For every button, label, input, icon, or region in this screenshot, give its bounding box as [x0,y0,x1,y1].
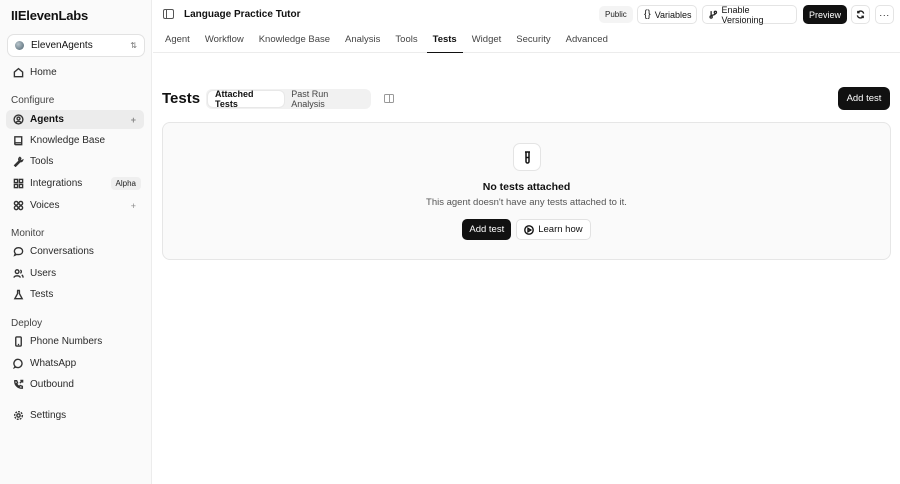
outbound-call-icon [12,379,24,391]
sidebar-item-label: Knowledge Base [30,135,106,146]
voices-icon [12,200,24,212]
sidebar-item-label: WhatsApp [30,358,77,369]
segment-attached-tests[interactable]: Attached Tests [208,89,285,109]
sidebar-item-whatsapp[interactable]: WhatsApp [6,354,144,373]
section-label-deploy: Deploy [11,318,43,329]
sidebar-toggle-icon[interactable] [163,9,174,19]
sidebar-item-label: Integrations [30,178,83,189]
tab-tests[interactable]: Tests [426,34,463,53]
agent-title: Language Practice Tutor [184,9,301,20]
sidebar-item-agents[interactable]: Agents + [6,110,144,129]
workspace-avatar-icon [15,41,24,50]
docs-icon[interactable] [384,94,394,103]
sidebar-item-label: Outbound [30,379,74,390]
learn-how-button[interactable]: Learn how [516,219,591,240]
empty-state-card: No tests attached This agent doesn't hav… [162,122,891,260]
sidebar-item-phone-numbers[interactable]: Phone Numbers [6,332,144,351]
preview-button[interactable]: Preview [803,5,847,24]
section-label-monitor: Monitor [11,228,45,239]
empty-state-actions: Add test Learn how [163,219,890,240]
more-icon: ··· [879,9,890,20]
enable-versioning-button[interactable]: Enable Versioning [702,4,797,25]
users-icon [12,268,24,280]
chevron-up-down-icon: ⇅ [130,40,137,50]
whatsapp-icon [12,358,24,370]
alpha-badge: Alpha [110,177,141,190]
sidebar-item-label: Tests [30,289,54,300]
sidebar: IIElevenLabs ElevenAgents ⇅ Home Configu… [0,0,152,484]
tab-analysis[interactable]: Analysis [345,34,380,53]
sidebar-item-tools[interactable]: Tools [6,152,144,171]
tab-agent[interactable]: Agent [165,34,190,53]
sidebar-item-label: Conversations [30,246,94,257]
segment-past-run-analysis[interactable]: Past Run Analysis [284,89,369,109]
sidebar-item-knowledge-base[interactable]: Knowledge Base [6,131,144,150]
refresh-icon [856,10,865,19]
tab-knowledge-base[interactable]: Knowledge Base [259,34,330,53]
sidebar-item-label: Tools [30,156,54,167]
braces-icon: {} [644,9,651,20]
chat-bubble-icon [12,246,24,258]
page-title: Tests [162,90,201,107]
sidebar-item-label: Phone Numbers [30,336,103,347]
add-test-button[interactable]: Add test [838,87,890,110]
sidebar-item-settings[interactable]: Settings [6,406,144,425]
agent-icon [12,114,24,126]
phone-icon [12,336,24,348]
workspace-label: ElevenAgents [31,40,93,51]
add-voice-icon[interactable]: + [131,201,136,211]
sidebar-item-outbound[interactable]: Outbound [6,375,144,394]
test-tube-icon [513,143,541,171]
flask-icon [12,289,24,301]
sidebar-item-label: Settings [30,410,67,421]
learn-how-label: Learn how [538,224,583,235]
sidebar-item-home[interactable]: Home [6,63,144,82]
add-agent-icon[interactable]: + [131,115,136,125]
variables-button[interactable]: {} Variables [637,5,697,24]
integrations-icon [12,178,24,190]
sync-button[interactable] [851,5,870,24]
empty-state-title: No tests attached [482,181,571,193]
empty-add-test-button[interactable]: Add test [462,219,512,240]
variables-label: Variables [654,9,692,20]
sidebar-item-conversations[interactable]: Conversations [6,242,144,261]
sidebar-item-voices[interactable]: Voices + [6,196,144,215]
workspace-selector[interactable]: ElevenAgents ⇅ [7,34,145,57]
top-bar: Language Practice Tutor Public {} Variab… [153,0,900,53]
sidebar-item-users[interactable]: Users [6,264,144,283]
elevenlabs-logo[interactable]: IIElevenLabs [11,8,88,23]
gear-icon [12,410,24,422]
wrench-icon [12,156,24,168]
sidebar-item-label: Home [30,67,57,78]
sidebar-item-label: Voices [30,200,60,211]
versioning-label: Enable Versioning [721,4,764,25]
tests-view-toggle: Attached Tests Past Run Analysis [206,89,371,109]
visibility-badge[interactable]: Public [599,6,633,23]
play-circle-icon [524,224,535,235]
sidebar-item-label: Agents [30,114,64,125]
section-label-configure: Configure [11,95,55,106]
git-branch-icon [709,10,718,19]
tab-widget[interactable]: Widget [472,34,502,53]
book-icon [12,135,24,147]
empty-state-description: This agent doesn't have any tests attach… [426,197,627,208]
tab-security[interactable]: Security [516,34,550,53]
home-icon [12,67,24,79]
agent-tabs: Agent Workflow Knowledge Base Analysis T… [165,34,623,53]
sidebar-item-integrations[interactable]: Integrations Alpha [6,174,144,193]
tab-workflow[interactable]: Workflow [205,34,244,53]
tab-advanced[interactable]: Advanced [566,34,608,53]
more-options-button[interactable]: ··· [875,5,894,24]
tab-tools[interactable]: Tools [395,34,417,53]
sidebar-item-tests[interactable]: Tests [6,285,144,304]
sidebar-item-label: Users [30,268,57,279]
